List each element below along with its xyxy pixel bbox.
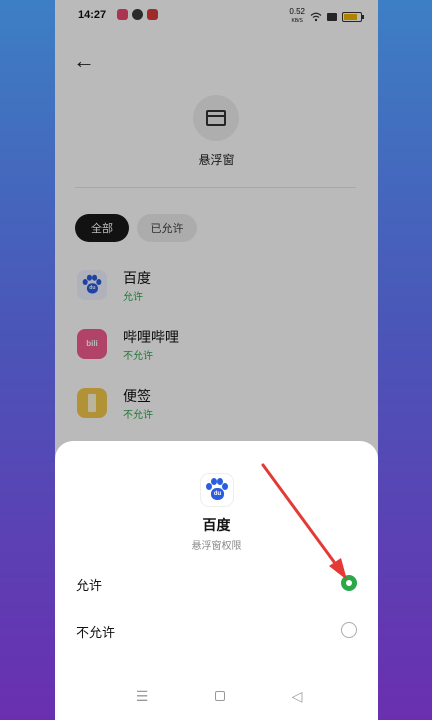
navigation-bar: ☰ ◁	[55, 688, 378, 710]
option-label: 不允许	[76, 625, 116, 640]
option-allow[interactable]: 允许	[55, 563, 378, 603]
option-deny[interactable]: 不允许	[55, 610, 378, 650]
permission-sheet: du 百度 悬浮窗权限 允许 不允许 ☰ ◁	[55, 441, 378, 720]
phone-screen: 14:27 0.52 KB/S ← 悬浮窗 全部 已允许 du 百度 允许 bi…	[55, 0, 378, 720]
home-icon[interactable]	[210, 688, 230, 704]
sheet-title: 百度	[202, 517, 231, 533]
radio-unselected[interactable]	[341, 622, 357, 638]
option-label: 允许	[76, 578, 103, 593]
back-triangle-icon[interactable]: ◁	[287, 688, 307, 705]
radio-selected[interactable]	[341, 575, 357, 591]
menu-icon[interactable]: ☰	[132, 688, 152, 705]
baidu-icon: du	[201, 474, 233, 506]
sheet-subtitle: 悬浮窗权限	[191, 541, 242, 552]
